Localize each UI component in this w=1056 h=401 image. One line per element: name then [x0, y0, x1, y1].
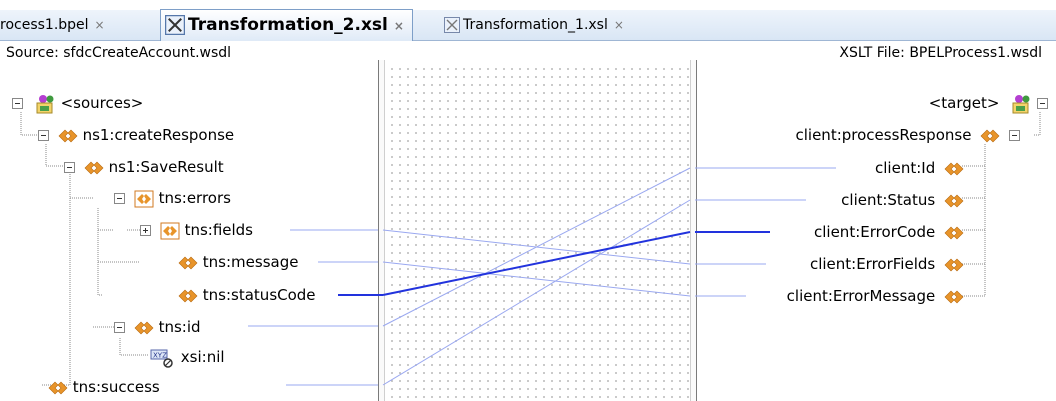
tree-node-client-errorcode[interactable]: client:ErrorCode — [814, 221, 964, 243]
tree-node-SaveResult[interactable]: ns1:SaveResult — [64, 156, 224, 178]
repeating-element-icon — [134, 190, 154, 207]
tree-node-fields[interactable]: tns:fields — [140, 219, 253, 241]
collapse-icon[interactable] — [114, 322, 125, 333]
element-icon — [944, 258, 964, 271]
tree-node-success[interactable]: tns:success — [48, 376, 160, 398]
tree-node-processResponse[interactable]: client:processResponse — [795, 124, 1020, 146]
element-icon — [944, 194, 964, 207]
node-label: tns:message — [202, 253, 299, 271]
element-icon — [58, 129, 78, 142]
collapse-icon[interactable] — [38, 130, 49, 141]
node-label: tns:id — [158, 318, 201, 336]
tree-node-client-status[interactable]: client:Status — [841, 189, 964, 211]
node-label: ns1:SaveResult — [108, 158, 224, 176]
node-label: xsi:nil — [180, 348, 225, 366]
node-label: client:ErrorMessage — [786, 287, 936, 305]
tree-node-errors[interactable]: tns:errors — [114, 187, 231, 209]
tree-node-id[interactable]: tns:id — [114, 316, 201, 338]
svg-text:XYZ: XYZ — [153, 351, 167, 359]
target-icon — [1012, 94, 1030, 113]
element-icon — [178, 289, 198, 302]
element-icon — [84, 161, 104, 174]
node-label: tns:fields — [184, 221, 253, 239]
collapse-icon[interactable] — [1009, 130, 1020, 141]
node-label: client:Id — [875, 159, 936, 177]
node-label: tns:errors — [158, 189, 231, 207]
element-icon — [944, 226, 964, 239]
expand-icon[interactable] — [140, 225, 151, 236]
node-label: ns1:createResponse — [82, 126, 235, 144]
tree-node-xsi-nil[interactable]: XYZ xsi:nil — [150, 346, 225, 368]
element-icon — [178, 256, 198, 269]
repeating-element-icon — [160, 222, 180, 239]
element-icon — [134, 321, 154, 334]
collapse-icon[interactable] — [64, 162, 75, 173]
tree-node-statusCode[interactable]: tns:statusCode — [178, 284, 316, 306]
sources-icon — [36, 94, 54, 113]
collapse-icon[interactable] — [1037, 98, 1048, 109]
element-icon — [980, 129, 1000, 142]
element-icon — [48, 381, 68, 394]
collapse-icon[interactable] — [114, 193, 125, 204]
element-icon — [944, 290, 964, 303]
node-label: <sources> — [60, 94, 144, 112]
node-label: <target> — [928, 94, 1000, 112]
collapse-icon[interactable] — [12, 98, 23, 109]
node-label: tns:success — [72, 378, 160, 396]
tree-node-client-errorfields[interactable]: client:ErrorFields — [810, 253, 964, 275]
tree-node-sources[interactable]: <sources> — [12, 92, 143, 114]
element-icon — [944, 162, 964, 175]
tree-node-client-errormessage[interactable]: client:ErrorMessage — [787, 285, 964, 307]
node-label: client:ErrorCode — [814, 223, 936, 241]
tree-node-client-id[interactable]: client:Id — [875, 157, 964, 179]
node-label: client:Status — [841, 191, 936, 209]
node-label: tns:statusCode — [202, 286, 316, 304]
tree-node-message[interactable]: tns:message — [178, 251, 298, 273]
attribute-icon: XYZ — [150, 349, 173, 368]
node-label: client:ErrorFields — [809, 255, 936, 273]
tree-node-createResponse[interactable]: ns1:createResponse — [38, 124, 234, 146]
node-label: client:processResponse — [795, 126, 972, 144]
tree-node-target[interactable]: <target> — [929, 92, 1048, 114]
